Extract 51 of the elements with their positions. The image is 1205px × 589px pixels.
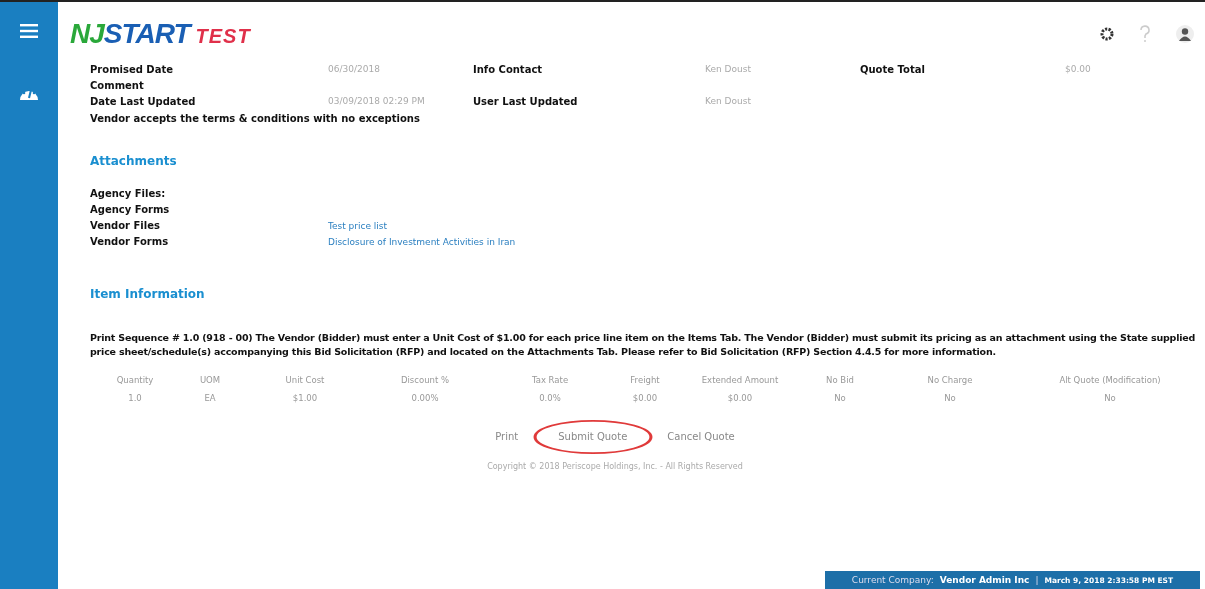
column-header: No Bid	[825, 374, 855, 385]
column-header: Unit Cost	[284, 374, 326, 385]
logo: NJSTART TEST	[70, 18, 251, 50]
section-heading: Attachments	[90, 154, 178, 168]
column-header: Extended Amount	[700, 374, 780, 385]
separator: |	[1035, 575, 1039, 585]
table-cell-text: EA	[203, 392, 217, 403]
field-label: Quote Total	[860, 64, 926, 75]
column-header: Discount %	[399, 374, 451, 385]
table-cell-text: 0.0%	[538, 392, 562, 403]
field-label: Vendor Files	[90, 220, 161, 231]
item-description: Print Sequence # 1.0 (918 - 00) The Vendor (Bidder) must enter a Unit Cost of $1.00 for each price line item on the Items Tab. The Vendor (Bidder) must submit its pricing as an attachment using the State supplied price sheet/schedule(s) accompanying this Bid Solicitation (RFP) and located on the Attachments Tab. Please refer to Bid Solicitation (RFP) Section 4.4.5 for more information.	[90, 331, 1197, 359]
attachment-link[interactable]: Disclosure of Investment Activities in Iran	[328, 237, 516, 247]
table-cell-text: $0.00	[631, 392, 659, 403]
field-value: 06/30/2018	[328, 64, 380, 74]
settings-icon[interactable]	[1100, 27, 1114, 41]
copyright-text: Copyright © 2018 Periscope Holdings, Inc. - All Rights Reserved	[486, 461, 744, 471]
field-label: User Last Updated	[473, 96, 579, 107]
action-link[interactable]: Print	[495, 430, 519, 442]
column-header: Alt Quote (Modification)	[1058, 374, 1162, 385]
column-header: Tax Rate	[530, 374, 570, 385]
company-name: Vendor Admin Inc	[939, 575, 1030, 585]
terms-text: Vendor accepts the terms & conditions with no exceptions	[90, 113, 421, 124]
menu-icon[interactable]	[20, 24, 38, 38]
table-cell-text: $0.00	[726, 392, 754, 403]
field-label: Promised Date	[90, 64, 174, 75]
attachment-link[interactable]: Test price list	[328, 221, 388, 231]
field-label: Vendor Forms	[90, 236, 170, 247]
column-header: No Charge	[926, 374, 974, 385]
field-label: Date Last Updated	[90, 96, 197, 107]
column-header: Freight	[629, 374, 661, 385]
field-value: $0.00	[1065, 64, 1091, 74]
table-cell-text: No	[833, 392, 847, 403]
table-cell-text: No	[1103, 392, 1117, 403]
field-value: Ken Doust	[705, 96, 751, 106]
section-heading: Item Information	[90, 287, 206, 301]
field-value: Ken Doust	[705, 64, 751, 74]
column-header: UOM	[198, 374, 222, 385]
field-value: 03/09/2018 02:29 PM	[328, 96, 425, 106]
field-label: Agency Files:	[90, 188, 167, 199]
company-label: Current Company:	[851, 575, 934, 585]
action-link[interactable]: Cancel Quote	[667, 430, 735, 442]
table-cell-text: 0.00%	[410, 392, 440, 403]
field-label: Agency Forms	[90, 204, 171, 215]
table-cell-text: 1.0	[127, 392, 143, 403]
column-header: Quantity	[115, 374, 155, 385]
field-label: Comment	[90, 80, 145, 91]
field-label: Info Contact	[473, 64, 544, 75]
table-cell-text: $1.00	[291, 392, 319, 403]
table-cell-text: No	[943, 392, 957, 403]
user-icon[interactable]	[1176, 25, 1194, 43]
